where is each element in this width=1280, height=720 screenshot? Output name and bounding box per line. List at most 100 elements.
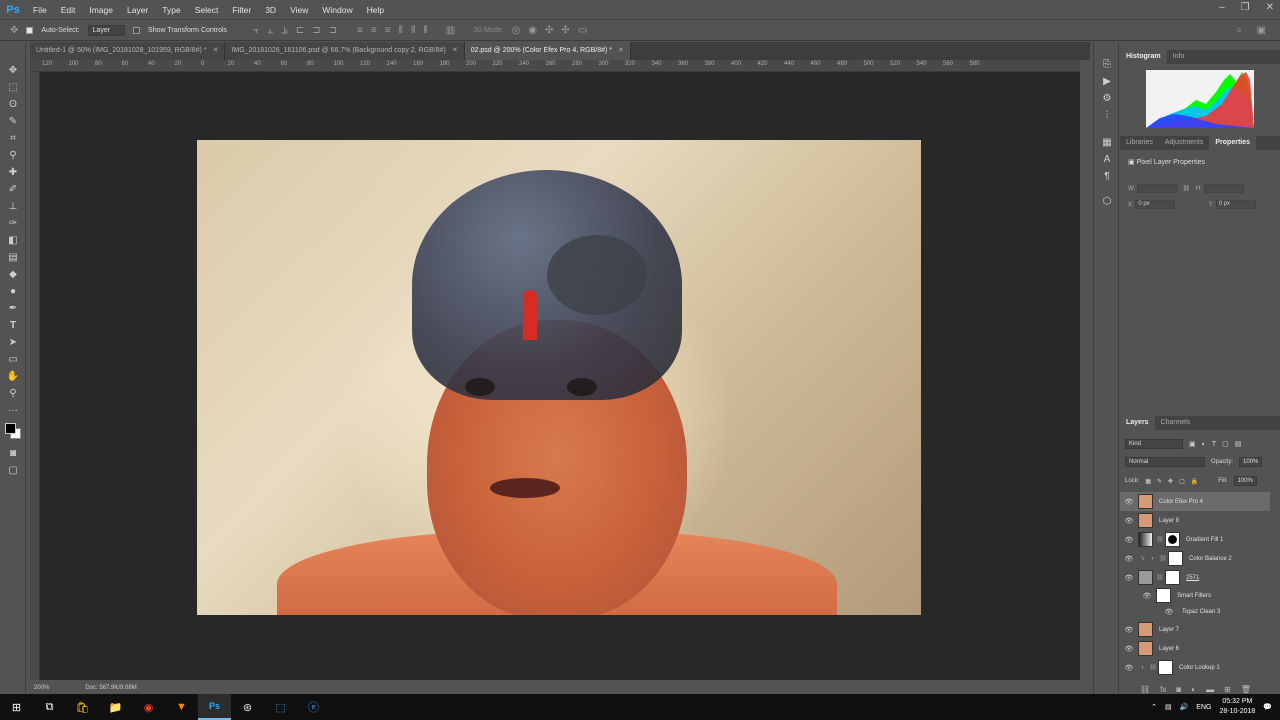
healing-brush-tool-icon[interactable]: ✚ [0, 164, 26, 181]
menu-window[interactable]: Window [315, 5, 359, 15]
blur-tool-icon[interactable]: ◆ [0, 266, 26, 283]
menu-type[interactable]: Type [155, 5, 187, 15]
menu-help[interactable]: Help [360, 5, 391, 15]
tab-02-psd[interactable]: 02.psd @ 200% (Color Efex Pro 4, RGB/8#)… [464, 42, 631, 60]
auto-align-icon[interactable]: ▥ [446, 25, 455, 36]
align-bottom-icon[interactable]: ⫡ [281, 25, 288, 36]
auto-select-target-dropdown[interactable]: Layer [87, 24, 126, 36]
distribute-left-icon[interactable]: ⦀ [399, 25, 403, 36]
x-field[interactable]: 0 px [1135, 200, 1176, 209]
fill-field[interactable]: 100% [1233, 476, 1257, 486]
link-layers-icon[interactable]: ⛓ [1140, 685, 1150, 694]
foreground-color[interactable] [5, 423, 16, 434]
layer-row[interactable]: 👁 ⛓ 2571 [1120, 568, 1270, 587]
menu-filter[interactable]: Filter [225, 5, 258, 15]
workspace-icon[interactable]: ▣ [1257, 25, 1266, 36]
vertical-ruler[interactable] [30, 72, 40, 680]
y-field[interactable]: 0 px [1215, 200, 1256, 209]
align-top-icon[interactable]: ⫟ [253, 25, 259, 36]
layer-row[interactable]: 👁 Color Efex Pro 4 [1120, 492, 1270, 511]
tab-img-20181026[interactable]: IMG_20181026_161106.psd @ 66.7% (Backgro… [225, 42, 465, 60]
doc-size[interactable]: Doc: 567.9K/9.08M [85, 685, 136, 691]
history-brush-tool-icon[interactable]: ✑ [0, 215, 26, 232]
3d-slide-icon[interactable]: ✣ [561, 25, 569, 36]
clone-stamp-tool-icon[interactable]: ⊥ [0, 198, 26, 215]
windows-start-icon[interactable]: ⊞ [0, 694, 33, 720]
screen-mode-icon[interactable]: ▢ [0, 462, 26, 479]
opacity-field[interactable]: 100% [1239, 457, 1263, 467]
eraser-tool-icon[interactable]: ◧ [0, 232, 26, 249]
tray-chevron-icon[interactable]: ⌃ [1151, 703, 1157, 711]
height-field[interactable] [1203, 184, 1244, 193]
delete-layer-icon[interactable]: 🗑 [1241, 685, 1251, 694]
align-right-icon[interactable]: ⊐ [329, 25, 337, 36]
visibility-eye-icon[interactable]: 👁 [1120, 645, 1138, 653]
color-swatches[interactable] [0, 419, 25, 445]
layer-row[interactable]: 👁 Layer 8 [1120, 511, 1270, 530]
new-adjustment-icon[interactable]: ◐ [1191, 685, 1196, 694]
hand-tool-icon[interactable]: ✋ [0, 368, 26, 385]
eyedropper-tool-icon[interactable]: ⚲ [0, 147, 26, 164]
layer-row[interactable]: 👁 Topaz Clean 3 [1120, 602, 1270, 621]
crop-tool-icon[interactable]: ⌗ [0, 130, 26, 147]
3d-roll-icon[interactable]: ◉ [528, 25, 537, 36]
quick-mask-icon[interactable]: ◙ [0, 445, 26, 462]
align-left-icon[interactable]: ⊏ [296, 25, 304, 36]
add-mask-icon[interactable]: ◙ [1176, 685, 1181, 694]
filter-kind-dropdown[interactable]: Kind [1125, 439, 1183, 449]
visibility-eye-icon[interactable]: 👁 [1120, 664, 1138, 672]
menu-3d[interactable]: 3D [258, 5, 283, 15]
brush-settings-icon[interactable]: ⚙ [1094, 90, 1120, 107]
character-icon[interactable]: A [1094, 151, 1120, 168]
visibility-eye-icon[interactable]: 👁 [1120, 536, 1138, 544]
language-indicator[interactable]: ENG [1196, 704, 1211, 711]
dodge-tool-icon[interactable]: ● [0, 283, 26, 300]
task-view-icon[interactable]: ⧉ [33, 694, 66, 720]
fx-icon[interactable]: fx [1160, 685, 1166, 694]
layer-row[interactable]: 👁 Layer 6 [1120, 639, 1270, 658]
transform-controls-checkbox[interactable] [133, 26, 141, 34]
horizontal-ruler[interactable]: 120 100 80 60 40 20 0 20 40 60 80 100 120 140 160 180 20… [30, 60, 1080, 72]
distribute-center-icon[interactable]: ⦀ [411, 25, 415, 36]
close-icon[interactable]: ✕ [213, 42, 219, 60]
tab-info[interactable]: Info [1167, 50, 1191, 64]
lock-all-icon[interactable]: 🔒 [1191, 478, 1198, 485]
lock-artboard-icon[interactable]: ▢ [1179, 478, 1185, 485]
filter-pixel-icon[interactable]: ▣ [1189, 440, 1196, 448]
close-icon[interactable]: ✕ [452, 42, 458, 60]
actions-play-icon[interactable]: ▶ [1094, 73, 1120, 90]
3d-orbit-icon[interactable]: ◎ [512, 25, 521, 36]
lasso-tool-icon[interactable]: ʘ [0, 96, 26, 113]
visibility-eye-icon[interactable]: 👁 [1120, 555, 1138, 563]
visibility-eye-icon[interactable]: 👁 [1120, 574, 1138, 582]
path-selection-tool-icon[interactable]: ➤ [0, 334, 26, 351]
layer-row[interactable]: 👁 ◐ ⛓ Color Lookup 1 [1120, 658, 1270, 677]
camtasia-icon[interactable]: ⬚ [264, 694, 297, 720]
tab-libraries[interactable]: Libraries [1120, 136, 1159, 150]
tab-histogram[interactable]: Histogram [1120, 50, 1167, 64]
document-image[interactable] [197, 140, 921, 615]
lock-transparent-icon[interactable]: ▦ [1145, 478, 1151, 485]
blend-mode-dropdown[interactable]: Normal [1125, 457, 1205, 467]
marquee-tool-icon[interactable]: ⬚ [0, 79, 26, 96]
minimize-button[interactable]: – [1219, 2, 1225, 13]
menu-file[interactable]: File [26, 5, 54, 15]
gradient-tool-icon[interactable]: ▤ [0, 249, 26, 266]
new-group-icon[interactable]: ▬ [1206, 685, 1214, 694]
filter-smart-icon[interactable]: ▤ [1235, 440, 1242, 448]
filter-shape-icon[interactable]: ▢ [1222, 440, 1229, 448]
pen-tool-icon[interactable]: ✒ [0, 300, 26, 317]
visibility-eye-icon[interactable]: 👁 [1120, 498, 1138, 506]
menu-edit[interactable]: Edit [54, 5, 83, 15]
visibility-eye-icon[interactable]: 👁 [1138, 592, 1156, 600]
visibility-eye-icon[interactable]: 👁 [1120, 517, 1138, 525]
adjust-icon[interactable]: ⫶ [1094, 107, 1120, 124]
layer-row[interactable]: 👁 ⛓ Gradient Fill 1 [1120, 530, 1270, 549]
width-field[interactable] [1136, 184, 1177, 193]
tab-properties[interactable]: Properties [1209, 136, 1257, 150]
distribute-right-icon[interactable]: ⦀ [423, 25, 427, 36]
move-tool-icon[interactable]: ✥ [0, 62, 26, 79]
lock-pixels-icon[interactable]: ✎ [1157, 478, 1162, 485]
move-tool-icon[interactable]: ✥ [10, 25, 18, 36]
menu-layer[interactable]: Layer [120, 5, 155, 15]
